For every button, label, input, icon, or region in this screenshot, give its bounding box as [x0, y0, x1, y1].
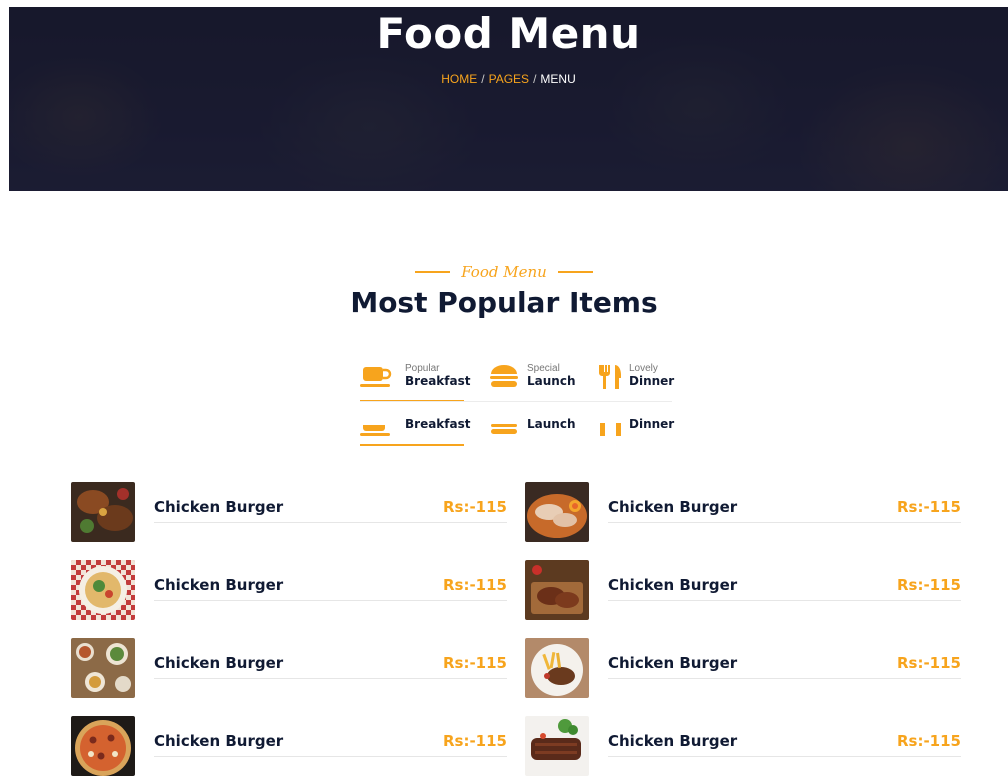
grilled-dish-image	[71, 482, 135, 542]
item-price: Rs:-115	[896, 498, 961, 516]
menu-tabs: Popular Breakfast Special Launch Lovely	[360, 355, 675, 447]
item-price: Rs:-115	[442, 576, 507, 594]
section-subtitle-text: Food Menu	[461, 262, 547, 281]
tab-dinner-caption: Lovely	[629, 363, 658, 374]
steak-fries-image	[525, 638, 589, 698]
tab-breakfast-label: Breakfast	[405, 374, 471, 388]
menu-item[interactable]: Chicken Burger Rs:-115	[525, 482, 961, 546]
food-thumbnail	[71, 560, 135, 620]
tab-breakfast-compact-label: Breakfast	[405, 417, 471, 431]
food-thumbnail	[525, 482, 589, 542]
pizza-image	[71, 716, 135, 776]
item-divider	[154, 756, 507, 757]
item-name: Chicken Burger	[154, 498, 284, 516]
tab-breakfast[interactable]: Popular Breakfast	[360, 355, 470, 399]
grilled-meat-image	[525, 716, 589, 776]
item-price: Rs:-115	[896, 654, 961, 672]
menu-item[interactable]: Chicken Burger Rs:-115	[525, 638, 961, 702]
food-thumbnail	[71, 482, 135, 542]
item-name: Chicken Burger	[154, 654, 284, 672]
tab-divider	[360, 401, 672, 402]
item-divider	[154, 522, 507, 523]
item-name: Chicken Burger	[608, 654, 738, 672]
tab-row-primary: Popular Breakfast Special Launch Lovely	[360, 355, 675, 399]
salad-plate-image	[71, 560, 135, 620]
burger-icon	[490, 365, 518, 387]
tab-dinner[interactable]: Lovely Dinner	[594, 355, 675, 399]
item-divider	[608, 600, 961, 601]
food-thumbnail	[525, 638, 589, 698]
menu-item[interactable]: Chicken Burger Rs:-115	[71, 482, 507, 546]
subtitle-line-right	[557, 270, 593, 273]
subtitle-line-left	[415, 270, 451, 273]
cup-icon	[360, 425, 390, 436]
cup-icon	[360, 367, 392, 387]
section-subtitle: Food Menu	[0, 261, 1008, 281]
item-price: Rs:-115	[442, 732, 507, 750]
breadcrumb-home-link[interactable]: HOME	[441, 72, 477, 86]
item-price: Rs:-115	[896, 732, 961, 750]
item-divider	[154, 600, 507, 601]
tab-row-secondary: Breakfast Launch Dinner	[360, 403, 675, 447]
ramen-bowl-image	[525, 482, 589, 542]
tab-dinner-compact[interactable]: Dinner	[594, 403, 675, 447]
item-price: Rs:-115	[896, 576, 961, 594]
breadcrumb-separator: /	[481, 72, 485, 86]
food-thumbnail	[71, 716, 135, 776]
section-title: Most Popular Items	[350, 286, 658, 319]
tab-breakfast-compact[interactable]: Breakfast	[360, 403, 470, 447]
item-divider	[608, 678, 961, 679]
fork-knife-icon	[600, 423, 621, 436]
tab-launch-caption: Special	[527, 363, 560, 374]
menu-item[interactable]: Chicken Burger Rs:-115	[71, 638, 507, 702]
breadcrumb-current: MENU	[540, 72, 576, 86]
tab-launch-compact-label: Launch	[527, 417, 576, 431]
item-name: Chicken Burger	[154, 576, 284, 594]
menu-item[interactable]: Chicken Burger Rs:-115	[525, 560, 961, 624]
item-divider	[154, 678, 507, 679]
food-thumbnail	[71, 638, 135, 698]
item-price: Rs:-115	[442, 654, 507, 672]
tab-dinner-compact-label: Dinner	[629, 417, 675, 431]
page-title: Food Menu	[376, 9, 641, 58]
item-divider	[608, 522, 961, 523]
tab-launch-label: Launch	[527, 374, 576, 388]
item-name: Chicken Burger	[608, 498, 738, 516]
item-divider	[608, 756, 961, 757]
menu-item[interactable]: Chicken Burger Rs:-115	[71, 716, 507, 780]
food-thumbnail	[525, 716, 589, 776]
fork-knife-icon	[599, 365, 621, 389]
hero-banner: Food Menu HOME / PAGES / MENU	[9, 7, 1008, 191]
item-name: Chicken Burger	[608, 732, 738, 750]
steak-board-image	[525, 560, 589, 620]
breadcrumb: HOME / PAGES / MENU	[9, 72, 1008, 86]
tab-launch[interactable]: Special Launch	[484, 355, 580, 399]
burger-icon	[491, 424, 517, 434]
tab-dinner-label: Dinner	[629, 374, 675, 388]
breadcrumb-pages-link[interactable]: PAGES	[489, 72, 529, 86]
item-price: Rs:-115	[442, 498, 507, 516]
tab-launch-compact[interactable]: Launch	[484, 403, 580, 447]
menu-item[interactable]: Chicken Burger Rs:-115	[71, 560, 507, 624]
tab-breakfast-caption: Popular	[405, 363, 440, 374]
food-thumbnail	[525, 560, 589, 620]
table-spread-image	[71, 638, 135, 698]
item-name: Chicken Burger	[608, 576, 738, 594]
menu-item[interactable]: Chicken Burger Rs:-115	[525, 716, 961, 780]
item-name: Chicken Burger	[154, 732, 284, 750]
breadcrumb-separator: /	[533, 72, 537, 86]
active-tab-indicator-compact	[360, 444, 464, 446]
